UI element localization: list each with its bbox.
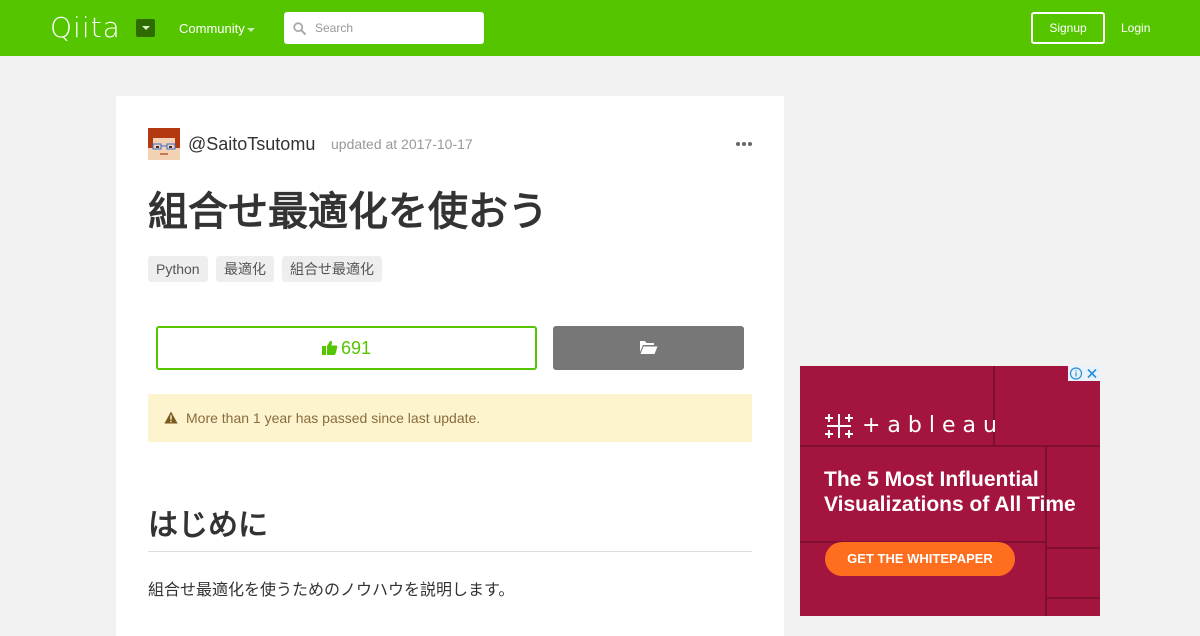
outdated-alert: More than 1 year has passed since last u… — [148, 394, 752, 442]
author-username[interactable]: @SaitoTsutomu — [188, 133, 315, 155]
search-box[interactable] — [284, 12, 484, 44]
ad-brand-name: +ableau — [862, 413, 1004, 438]
author-avatar[interactable] — [148, 128, 180, 160]
ad-info-icon[interactable] — [1068, 366, 1084, 381]
logo-dropdown-icon[interactable] — [136, 19, 155, 37]
community-menu[interactable]: Community — [179, 21, 245, 37]
section-heading: はじめに — [148, 509, 268, 542]
folder-open-icon — [640, 341, 658, 354]
search-input[interactable] — [315, 12, 475, 44]
tableau-logo-icon — [825, 414, 853, 438]
intro-paragraph: 組合せ最適化を使うためのノウハウを説明します。 — [148, 582, 515, 599]
updated-date: updated at 2017-10-17 — [331, 136, 473, 152]
signup-button[interactable]: Signup — [1031, 12, 1105, 44]
heading-divider — [148, 551, 752, 552]
ad-cta-button[interactable]: GET THE WHITEPAPER — [825, 542, 1015, 576]
stock-button[interactable] — [553, 326, 744, 370]
warning-icon — [164, 411, 178, 424]
alert-message: More than 1 year has passed since last u… — [186, 410, 481, 426]
ad-close-icon[interactable] — [1084, 366, 1100, 381]
more-options-icon[interactable] — [736, 142, 752, 147]
like-count: 691 — [340, 338, 372, 358]
like-button[interactable]: 691 — [156, 326, 537, 370]
thumbs-up-icon — [321, 340, 338, 355]
ad-headline: The 5 Most Influential Visualizations of… — [824, 468, 1076, 516]
tag-python[interactable]: Python — [148, 256, 208, 282]
tag-optimization[interactable]: 最適化 — [216, 256, 274, 282]
community-caret-icon[interactable] — [247, 28, 255, 32]
search-icon — [293, 22, 306, 35]
tag-combinatorial-optimization[interactable]: 組合せ最適化 — [282, 256, 382, 282]
article-title: 組合せ最適化を使おう — [148, 190, 548, 234]
login-link[interactable]: Login — [1121, 21, 1150, 35]
qiita-logo[interactable]: Qiita — [50, 12, 121, 44]
